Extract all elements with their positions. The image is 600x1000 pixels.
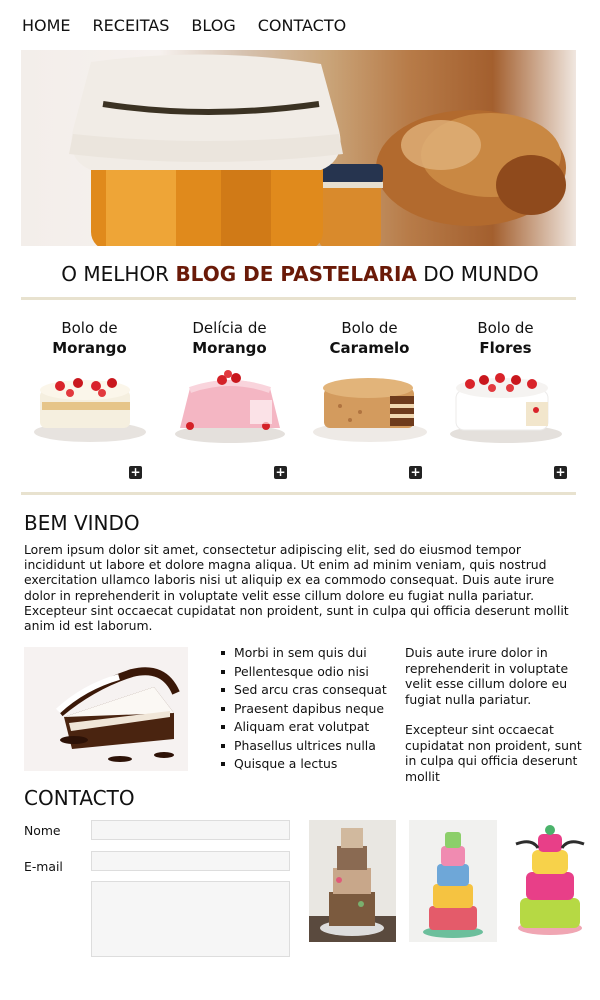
plus-icon[interactable]: + bbox=[409, 466, 422, 479]
tagline-highlight: BLOG DE PASTELARIA bbox=[175, 262, 417, 286]
plus-icon[interactable]: + bbox=[129, 466, 142, 479]
hero-image bbox=[21, 50, 576, 246]
product-title-line1: Bolo de bbox=[477, 319, 534, 337]
welcome-text: Lorem ipsum dolor sit amet, consectetur … bbox=[24, 542, 569, 634]
list-item: Phasellus ultrices nulla bbox=[218, 737, 387, 756]
nav-contacto[interactable]: CONTACTO bbox=[258, 16, 346, 35]
small-jar-shape bbox=[319, 164, 383, 246]
product-title-line2: Morango bbox=[192, 339, 267, 357]
strawberry-cake-image bbox=[33, 378, 146, 442]
email-field[interactable] bbox=[91, 851, 290, 871]
product-title-line1: Delícia de bbox=[192, 319, 267, 337]
tiered-cake-photo bbox=[309, 820, 396, 942]
nav-blog[interactable]: BLOG bbox=[191, 16, 235, 35]
product-card[interactable]: Bolo de Caramelo bbox=[307, 318, 432, 446]
features-list: Morbi in sem quis dui Pellentesque odio … bbox=[218, 644, 387, 774]
product-title-line2: Caramelo bbox=[329, 339, 410, 357]
list-item: Morbi in sem quis dui bbox=[218, 644, 387, 663]
divider-bottom bbox=[21, 492, 576, 495]
product-card[interactable]: Delícia de Morango bbox=[167, 318, 292, 446]
tagline: O MELHOR BLOG DE PASTELARIA DO MUNDO bbox=[0, 262, 600, 286]
honey-jar-shape bbox=[69, 54, 343, 246]
product-title-line1: Bolo de bbox=[341, 319, 398, 337]
tagline-before: O MELHOR bbox=[61, 262, 176, 286]
tagline-after: DO MUNDO bbox=[416, 262, 539, 286]
nav-receitas[interactable]: RECEITAS bbox=[93, 16, 170, 35]
list-item: Pellentesque odio nisi bbox=[218, 663, 387, 682]
product-card[interactable]: Bolo de Flores bbox=[443, 318, 568, 446]
flowers-cake-image bbox=[449, 373, 562, 443]
list-item: Aliquam erat volutpat bbox=[218, 718, 387, 737]
divider-top bbox=[21, 297, 576, 300]
list-item: Sed arcu cras consequat bbox=[218, 681, 387, 700]
list-item: Quisque a lectus bbox=[218, 755, 387, 774]
products-row: Bolo de Morango Delícia de Morango Bolo … bbox=[21, 318, 576, 486]
product-title-line2: Morango bbox=[52, 339, 127, 357]
welcome-title: BEM VINDO bbox=[24, 511, 140, 535]
plus-icon[interactable]: + bbox=[554, 466, 567, 479]
product-title-line1: Bolo de bbox=[61, 319, 118, 337]
chocolate-cake-slice-image bbox=[24, 647, 188, 771]
nav-home[interactable]: HOME bbox=[22, 16, 71, 35]
name-label: Nome bbox=[24, 823, 61, 838]
side-paragraph: Duis aute irure dolor in reprehenderit i… bbox=[405, 645, 569, 707]
croissant-shape bbox=[376, 110, 566, 226]
list-item: Praesent dapibus neque bbox=[218, 700, 387, 719]
product-card[interactable]: Bolo de Morango bbox=[27, 318, 152, 446]
message-field[interactable] bbox=[91, 881, 290, 957]
contact-title: CONTACTO bbox=[24, 786, 135, 810]
product-title-line2: Flores bbox=[479, 339, 532, 357]
name-field[interactable] bbox=[91, 820, 290, 840]
plus-icon[interactable]: + bbox=[274, 466, 287, 479]
pink-strawberry-cake-image bbox=[174, 370, 285, 443]
side-text: Duis aute irure dolor in reprehenderit i… bbox=[405, 645, 590, 799]
tiered-cake-photo bbox=[409, 820, 497, 942]
caramel-cake-image bbox=[312, 378, 427, 442]
main-nav: HOME RECEITAS BLOG CONTACTO bbox=[22, 16, 346, 35]
side-paragraph: Excepteur sint occaecat cupidatat non pr… bbox=[405, 722, 582, 784]
email-label: E-mail bbox=[24, 859, 63, 874]
tiered-cake-photo bbox=[512, 820, 588, 942]
